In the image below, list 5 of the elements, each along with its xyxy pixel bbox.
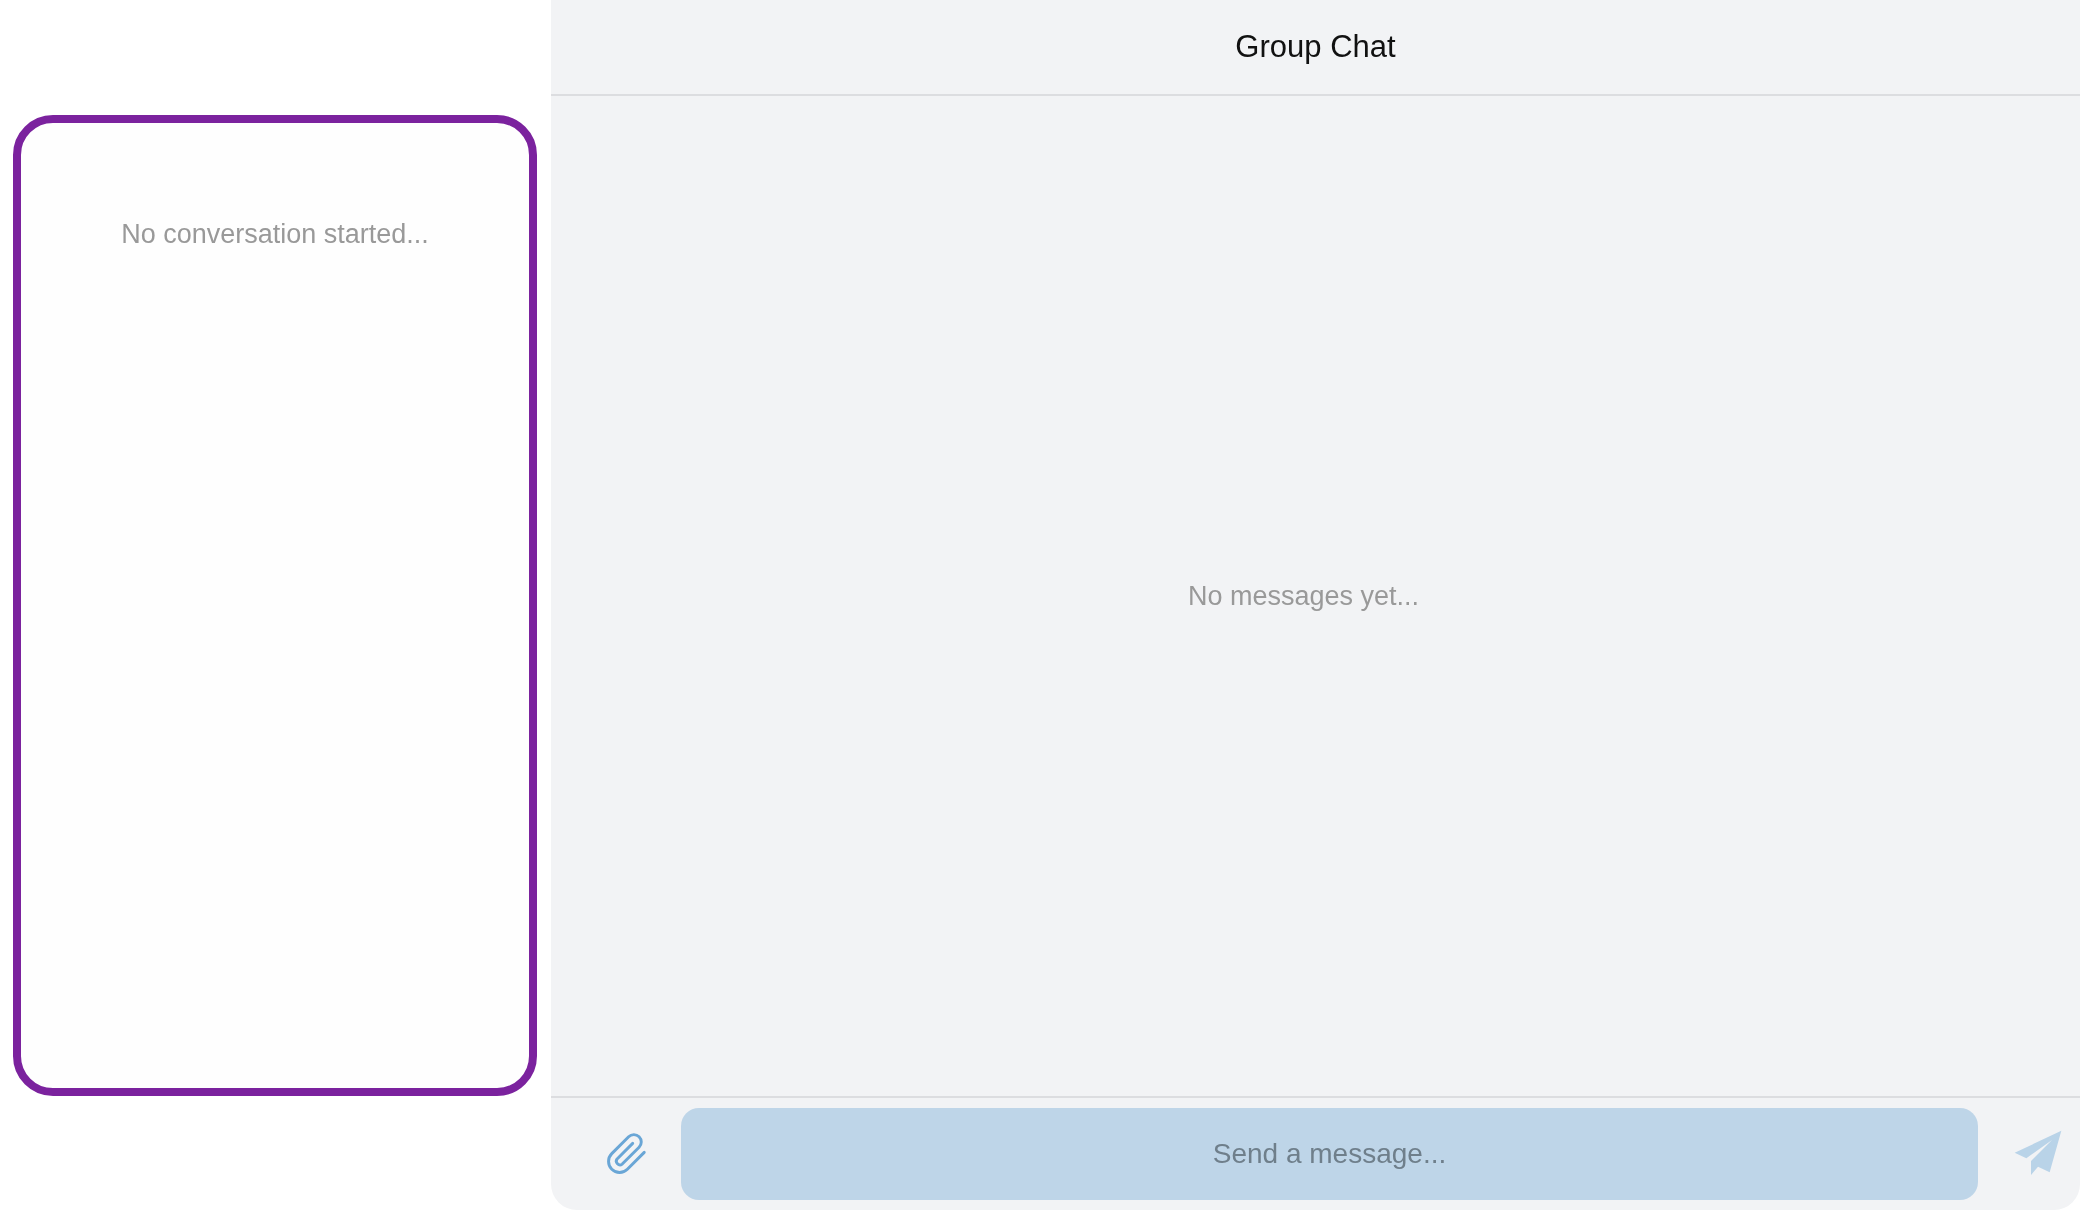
- message-input-field[interactable]: Send a message...: [681, 1108, 1978, 1200]
- empty-messages-text: No messages yet...: [1187, 580, 1420, 612]
- empty-conversation-text: No conversation started...: [121, 219, 429, 251]
- paperclip-icon[interactable]: [605, 1131, 649, 1177]
- chat-title: Group Chat: [1235, 29, 1396, 65]
